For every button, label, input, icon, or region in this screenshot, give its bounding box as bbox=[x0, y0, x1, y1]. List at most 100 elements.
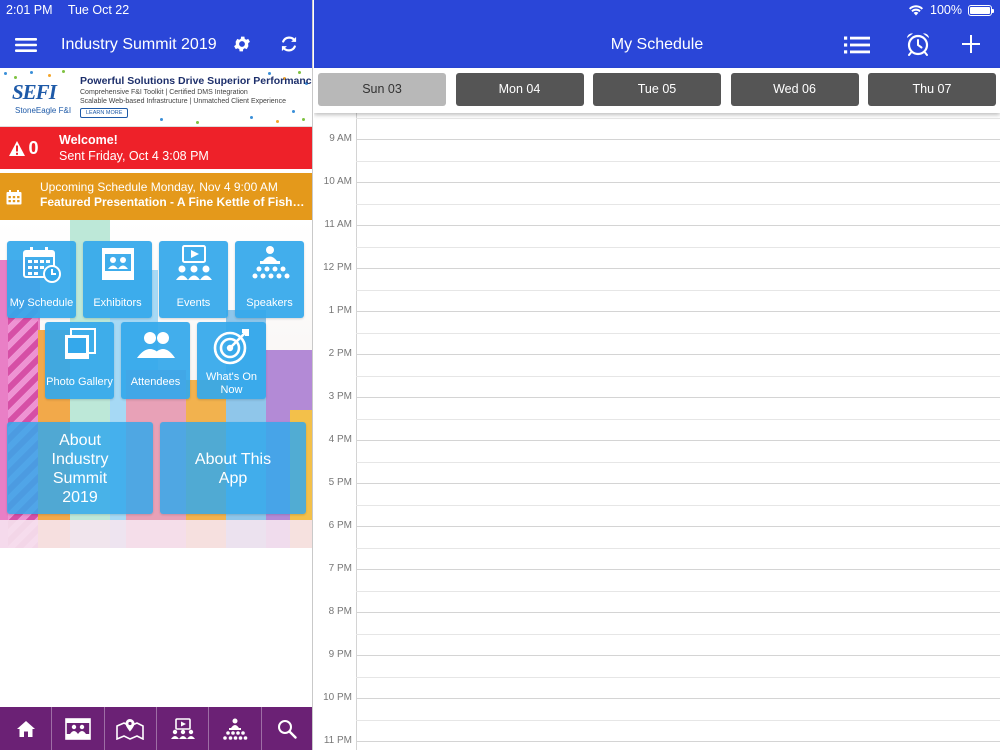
status-date: Tue Oct 22 bbox=[67, 3, 130, 17]
refresh-icon[interactable] bbox=[279, 34, 299, 54]
photo-gallery-icon bbox=[64, 328, 96, 359]
hour-label: 2 PM bbox=[328, 348, 352, 359]
about-summit-tile[interactable]: About Industry Summit 2019 bbox=[7, 422, 153, 514]
alert-count-box: 0 bbox=[0, 127, 48, 169]
hour-line bbox=[356, 397, 1000, 398]
tab-exhibitors[interactable] bbox=[52, 707, 105, 750]
tab-map[interactable] bbox=[105, 707, 157, 750]
hour-line bbox=[356, 354, 1000, 355]
about-summit-label: About Industry Summit 2019 bbox=[51, 432, 109, 506]
sponsor-logo-sub: StoneEagle F&I bbox=[15, 106, 72, 115]
alert-title: Welcome! bbox=[59, 133, 118, 147]
speakers-icon bbox=[223, 718, 248, 740]
tab-speakers[interactable] bbox=[209, 707, 262, 750]
hour-label: 9 PM bbox=[328, 649, 352, 660]
hour-label: 8 PM bbox=[328, 606, 352, 617]
day-selector: Sun 03 Mon 04 Tue 05 Wed 06 Thu 07 bbox=[314, 68, 1000, 113]
upcoming-session-title: Featured Presentation - A Fine Kettle of… bbox=[40, 195, 305, 209]
alert-subtitle: Sent Friday, Oct 4 3:08 PM bbox=[59, 149, 209, 163]
hamburger-menu-icon[interactable] bbox=[15, 37, 37, 53]
hour-label: 10 AM bbox=[323, 176, 352, 187]
whats-on-now-tile[interactable]: What's On Now bbox=[197, 322, 266, 399]
page-title: My Schedule bbox=[610, 36, 704, 53]
half-hour-line bbox=[356, 203, 1000, 205]
hour-label: 4 PM bbox=[328, 434, 352, 445]
half-hour-line bbox=[356, 719, 1000, 721]
attendees-label: Attendees bbox=[130, 376, 181, 388]
schedule-timeline[interactable]: 9 AM 10 AM 11 AM 12 PM 1 PM 2 PM 3 PM 4 PM 5 PM 6… bbox=[314, 113, 1000, 750]
day-tab-1[interactable]: Mon 04 bbox=[455, 73, 584, 106]
sponsor-logo-text: SEFI bbox=[12, 80, 57, 104]
city-ground bbox=[0, 520, 312, 548]
upcoming-date: Upcoming Schedule Monday, Nov 4 9:00 AM bbox=[40, 180, 278, 194]
photo-gallery-tile[interactable]: Photo Gallery bbox=[45, 322, 114, 399]
half-hour-line bbox=[356, 375, 1000, 377]
hour-label: 12 PM bbox=[323, 262, 352, 273]
events-icon bbox=[175, 245, 212, 280]
events-icon bbox=[170, 717, 195, 739]
alarm-clock-icon[interactable] bbox=[905, 32, 931, 56]
city-background: My Schedule Exhibitors Events Speakers P… bbox=[0, 220, 312, 548]
half-hour-line bbox=[356, 160, 1000, 162]
gear-icon[interactable] bbox=[232, 34, 252, 54]
learn-more-button[interactable]: LEARN MORE bbox=[80, 108, 129, 118]
hour-line bbox=[356, 268, 1000, 269]
right-panel: My Schedule Sun 03 Mon 04 Tue 05 Wed 06 Thu … bbox=[314, 0, 1000, 750]
exhibitors-icon bbox=[101, 248, 134, 280]
half-hour-line bbox=[356, 504, 1000, 506]
hour-line bbox=[356, 569, 1000, 570]
hour-label: 5 PM bbox=[328, 477, 352, 488]
my-schedule-label: My Schedule bbox=[9, 297, 74, 309]
sponsor-banner[interactable]: SEFI StoneEagle F&I Powerful Solutions D… bbox=[0, 68, 313, 127]
half-hour-line bbox=[356, 461, 1000, 463]
day-tab-4[interactable]: Thu 07 bbox=[868, 73, 996, 106]
hour-line bbox=[356, 440, 1000, 441]
half-hour-line bbox=[356, 418, 1000, 420]
speakers-label: Speakers bbox=[246, 297, 293, 309]
attendees-tile[interactable]: Attendees bbox=[121, 322, 190, 399]
hour-label: 6 PM bbox=[328, 520, 352, 531]
hour-label: 11 PM bbox=[323, 735, 352, 746]
banner-line-2: Scalable Web-based Infrastructure | Unma… bbox=[80, 98, 286, 105]
about-app-label: About This App bbox=[194, 451, 272, 487]
whats-on-now-label: What's On Now bbox=[205, 371, 257, 396]
sponsor-logo: SEFI StoneEagle F&I bbox=[2, 80, 72, 120]
half-hour-line bbox=[356, 676, 1000, 678]
hour-label: 1 PM bbox=[328, 305, 352, 316]
about-app-tile[interactable]: About This App bbox=[160, 422, 306, 514]
wifi-icon bbox=[909, 5, 924, 16]
hour-label: 9 AM bbox=[329, 133, 352, 144]
day-tab-2[interactable]: Tue 05 bbox=[593, 73, 721, 106]
hour-line bbox=[356, 182, 1000, 183]
tab-events[interactable] bbox=[157, 707, 210, 750]
alert-message[interactable]: 0 Welcome! Sent Friday, Oct 4 3:08 PM bbox=[0, 127, 312, 169]
battery-fill bbox=[970, 6, 990, 14]
hour-label: 3 PM bbox=[328, 391, 352, 402]
speakers-tile[interactable]: Speakers bbox=[235, 241, 304, 318]
warning-icon bbox=[9, 140, 26, 156]
add-icon[interactable] bbox=[962, 35, 980, 53]
schedule-icon bbox=[22, 247, 61, 283]
tab-home[interactable] bbox=[0, 707, 53, 750]
hour-line bbox=[356, 612, 1000, 613]
exhibitors-tile[interactable]: Exhibitors bbox=[83, 241, 152, 318]
day-tab-3[interactable]: Wed 06 bbox=[730, 73, 859, 106]
upcoming-schedule[interactable]: Upcoming Schedule Monday, Nov 4 9:00 AM … bbox=[0, 173, 312, 220]
search-icon bbox=[278, 719, 297, 739]
battery-percent: 100% bbox=[930, 3, 962, 17]
hour-line bbox=[356, 526, 1000, 527]
tab-search[interactable] bbox=[262, 707, 312, 750]
left-panel: Industry Summit 2019 SEFI StoneEagle F&I… bbox=[0, 0, 313, 750]
event-title: Industry Summit 2019 bbox=[61, 36, 217, 53]
hour-line bbox=[356, 698, 1000, 699]
half-hour-line bbox=[356, 246, 1000, 248]
events-tile[interactable]: Events bbox=[159, 241, 228, 318]
speakers-icon bbox=[252, 246, 289, 279]
half-hour-line bbox=[356, 633, 1000, 635]
exhibitors-icon bbox=[65, 717, 91, 740]
my-schedule-tile[interactable]: My Schedule bbox=[7, 241, 76, 318]
exhibitors-label: Exhibitors bbox=[93, 297, 142, 309]
day-tab-0[interactable]: Sun 03 bbox=[318, 73, 446, 106]
list-view-icon[interactable] bbox=[844, 36, 870, 54]
banner-headline: Powerful Solutions Drive Superior Perfor… bbox=[80, 75, 313, 87]
